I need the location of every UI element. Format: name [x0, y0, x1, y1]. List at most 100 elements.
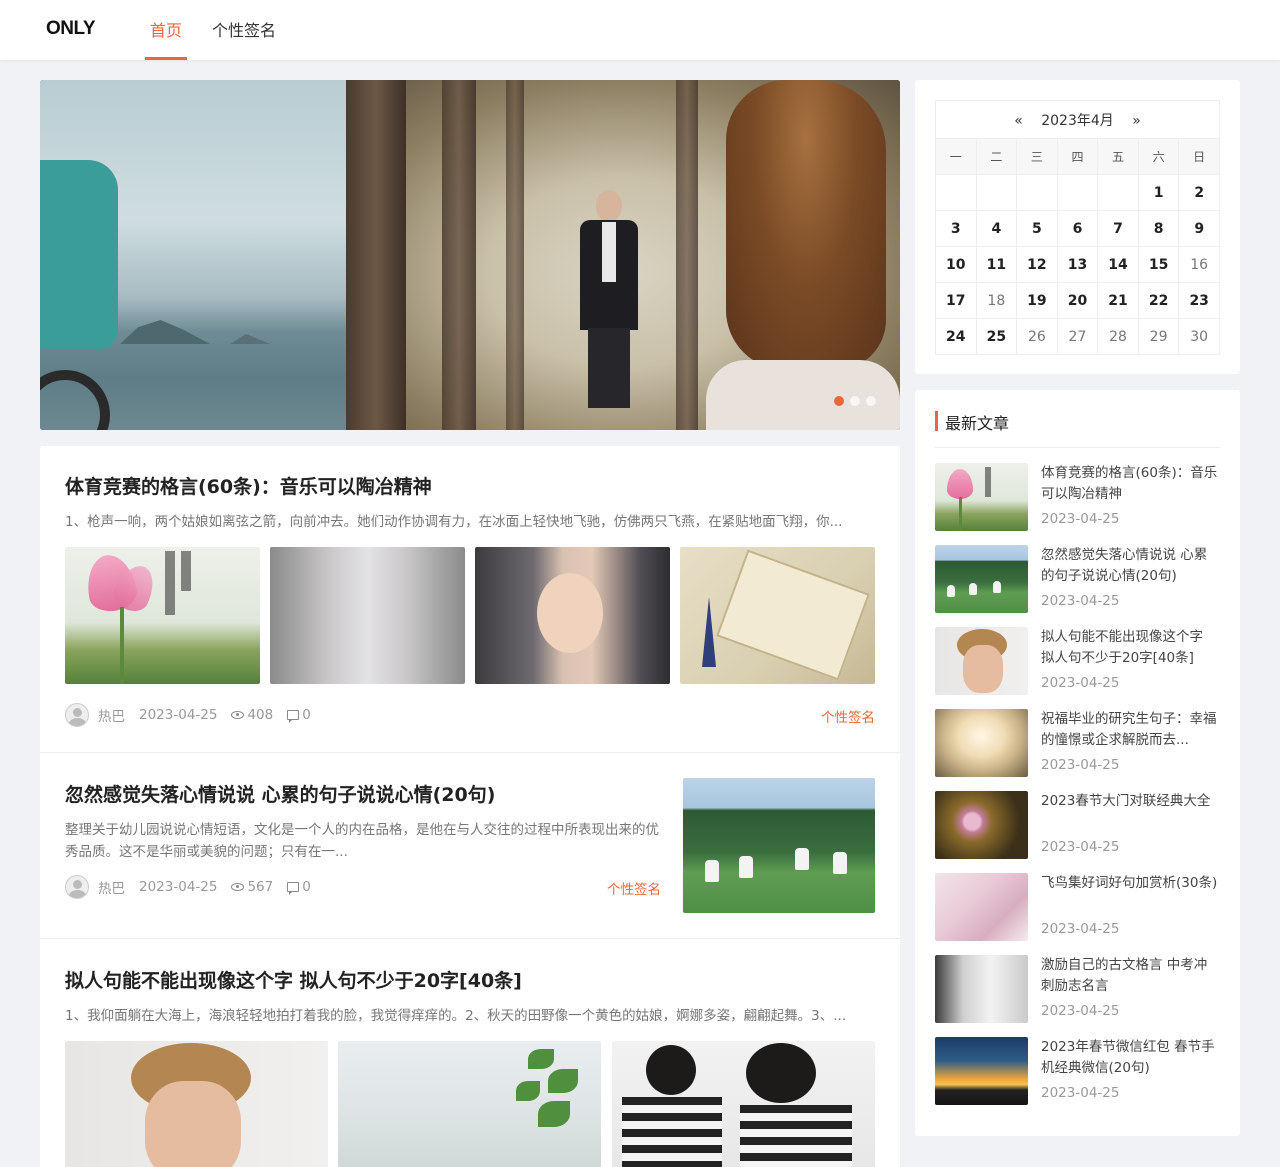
calendar-next-button[interactable]: » — [1118, 113, 1155, 129]
article-thumbnail-girl[interactable] — [475, 547, 670, 684]
latest-article-title[interactable]: 拟人句能不能出现像这个字 拟人句不少于20字[40条] — [1041, 627, 1220, 669]
article-thumbnail-field[interactable] — [683, 778, 875, 913]
latest-article-item[interactable]: 拟人句能不能出现像这个字 拟人句不少于20字[40条] 2023-04-25 — [935, 627, 1220, 697]
calendar-day[interactable]: 3 — [935, 210, 977, 247]
latest-article-title[interactable]: 忽然感觉失落心情说说 心累的句子说说心情(20句) — [1041, 545, 1220, 587]
calendar-day[interactable]: 14 — [1097, 246, 1139, 283]
site-logo[interactable]: ONLY — [46, 18, 96, 40]
author-name[interactable]: 热巴 — [98, 877, 125, 897]
carousel-dots — [834, 396, 876, 406]
calendar-empty-cell — [935, 174, 977, 211]
latest-article-thumbnail[interactable] — [935, 1037, 1028, 1105]
calendar-day[interactable]: 28 — [1097, 318, 1139, 355]
calendar-prev-button[interactable]: « — [1000, 113, 1037, 129]
article-category[interactable]: 个性签名 — [821, 706, 875, 726]
article-thumbnail-couple[interactable] — [612, 1041, 875, 1167]
latest-article-title[interactable]: 体育竞赛的格言(60条)：音乐可以陶冶精神 — [1041, 463, 1220, 505]
calendar-week-row: 24 25 26 27 28 29 30 — [935, 318, 1220, 355]
calendar-day[interactable]: 13 — [1056, 246, 1099, 283]
calendar-day[interactable]: 27 — [1056, 318, 1099, 355]
latest-article-thumbnail[interactable] — [935, 791, 1028, 859]
latest-article-title[interactable]: 祝福毕业的研究生句子：幸福的憧憬或企求解脱而去... — [1041, 709, 1220, 751]
calendar-day[interactable]: 18 — [975, 282, 1018, 319]
latest-article-thumbnail[interactable] — [935, 709, 1028, 777]
banner-carousel[interactable] — [40, 80, 900, 430]
latest-article-thumbnail[interactable] — [935, 873, 1028, 941]
calendar-day[interactable]: 23 — [1178, 282, 1220, 319]
author-avatar[interactable] — [65, 703, 89, 727]
calendar-table: « 2023年4月 » 一二三四五六日 1 2 3 4 5 6 7 8 9 10 11 12 13 14 1… — [935, 100, 1220, 355]
calendar-day[interactable]: 22 — [1137, 282, 1180, 319]
article-thumbnail-map[interactable] — [680, 547, 875, 684]
article-title[interactable]: 拟人句能不能出现像这个字 拟人句不少于20字[40条] — [65, 966, 522, 993]
article-thumbnail-dress[interactable] — [270, 547, 465, 684]
calendar-weekday: 日 — [1178, 138, 1220, 175]
comment-count: 0 — [302, 707, 311, 723]
latest-article-date: 2023-04-25 — [1041, 675, 1120, 691]
calendar-day[interactable]: 21 — [1097, 282, 1139, 319]
calendar-widget: « 2023年4月 » 一二三四五六日 1 2 3 4 5 6 7 8 9 10 11 12 13 14 1… — [915, 80, 1240, 374]
calendar-empty-cell — [1097, 174, 1139, 211]
calendar-day[interactable]: 29 — [1137, 318, 1180, 355]
latest-article-item[interactable]: 体育竞赛的格言(60条)：音乐可以陶冶精神 2023-04-25 — [935, 463, 1220, 533]
calendar-day[interactable]: 25 — [975, 318, 1018, 355]
calendar-weekday: 五 — [1097, 138, 1139, 175]
calendar-day[interactable]: 8 — [1137, 210, 1180, 247]
latest-article-item[interactable]: 激励自己的古文格言 中考冲刺励志名言 2023-04-25 — [935, 955, 1220, 1025]
divider — [40, 938, 900, 939]
author-name[interactable]: 热巴 — [98, 705, 125, 725]
article-excerpt: 1、我仰面躺在大海上，海浪轻轻地拍打着我的脸，我觉得痒痒的。2、秋天的田野像一个… — [65, 1008, 847, 1024]
calendar-day[interactable]: 2 — [1178, 174, 1220, 211]
calendar-day[interactable]: 19 — [1016, 282, 1058, 319]
nav-item-signature[interactable]: 个性签名 — [212, 0, 276, 60]
site-header: ONLY 首页 个性签名 — [0, 0, 1280, 60]
carousel-dot-1[interactable] — [834, 396, 844, 406]
latest-article-item[interactable]: 2023春节大门对联经典大全 2023-04-25 — [935, 791, 1220, 861]
calendar-day[interactable]: 5 — [1016, 210, 1058, 247]
article-thumbnail-man[interactable] — [65, 1041, 328, 1167]
latest-article-thumbnail[interactable] — [935, 955, 1028, 1023]
calendar-day[interactable]: 4 — [975, 210, 1018, 247]
calendar-day[interactable]: 15 — [1137, 246, 1180, 283]
calendar-day[interactable]: 26 — [1016, 318, 1058, 355]
latest-article-date: 2023-04-25 — [1041, 1085, 1120, 1101]
calendar-day[interactable]: 24 — [935, 318, 977, 355]
banner-slide-wedding-image — [346, 80, 900, 430]
eye-icon — [231, 883, 245, 891]
calendar-day[interactable]: 17 — [935, 282, 977, 319]
author-avatar[interactable] — [65, 875, 89, 899]
latest-article-title[interactable]: 2023春节大门对联经典大全 — [1041, 791, 1220, 833]
article-category[interactable]: 个性签名 — [607, 878, 661, 898]
article-title[interactable]: 体育竞赛的格言(60条)：音乐可以陶冶精神 — [65, 472, 432, 499]
carousel-dot-2[interactable] — [850, 396, 860, 406]
article-title[interactable]: 忽然感觉失落心情说说 心累的句子说说心情(20句) — [65, 780, 495, 807]
calendar-empty-cell — [1056, 174, 1099, 211]
latest-article-item[interactable]: 飞鸟集好词好句加赏析(30条) 2023-04-25 — [935, 873, 1220, 943]
latest-article-item[interactable]: 祝福毕业的研究生句子：幸福的憧憬或企求解脱而去... 2023-04-25 — [935, 709, 1220, 779]
carousel-dot-3[interactable] — [866, 396, 876, 406]
latest-article-item[interactable]: 2023年春节微信红包 春节手机经典微信(20句) 2023-04-25 — [935, 1037, 1220, 1107]
latest-article-title[interactable]: 2023年春节微信红包 春节手机经典微信(20句) — [1041, 1037, 1220, 1079]
calendar-day[interactable]: 9 — [1178, 210, 1220, 247]
latest-articles-title: 最新文章 — [945, 414, 1010, 433]
calendar-day[interactable]: 12 — [1016, 246, 1058, 283]
calendar-day[interactable]: 11 — [975, 246, 1018, 283]
latest-article-title[interactable]: 激励自己的古文格言 中考冲刺励志名言 — [1041, 955, 1220, 997]
latest-article-thumbnail[interactable] — [935, 545, 1028, 613]
calendar-day[interactable]: 10 — [935, 246, 977, 283]
calendar-day[interactable]: 20 — [1056, 282, 1099, 319]
calendar-day[interactable]: 30 — [1178, 318, 1220, 355]
calendar-day[interactable]: 1 — [1137, 174, 1180, 211]
latest-article-date: 2023-04-25 — [1041, 1003, 1120, 1019]
article-thumbnail-plant[interactable] — [338, 1041, 601, 1167]
latest-article-thumbnail[interactable] — [935, 627, 1028, 695]
article-thumbnail-lotus[interactable] — [65, 547, 260, 684]
latest-article-thumbnail[interactable] — [935, 463, 1028, 531]
nav-item-home[interactable]: 首页 — [144, 0, 188, 60]
calendar-day[interactable]: 7 — [1097, 210, 1139, 247]
latest-article-title[interactable]: 飞鸟集好词好句加赏析(30条) — [1041, 873, 1220, 915]
calendar-day[interactable]: 16 — [1178, 246, 1220, 283]
latest-article-item[interactable]: 忽然感觉失落心情说说 心累的句子说说心情(20句) 2023-04-25 — [935, 545, 1220, 615]
calendar-weekday: 二 — [975, 138, 1018, 175]
calendar-day[interactable]: 6 — [1056, 210, 1099, 247]
